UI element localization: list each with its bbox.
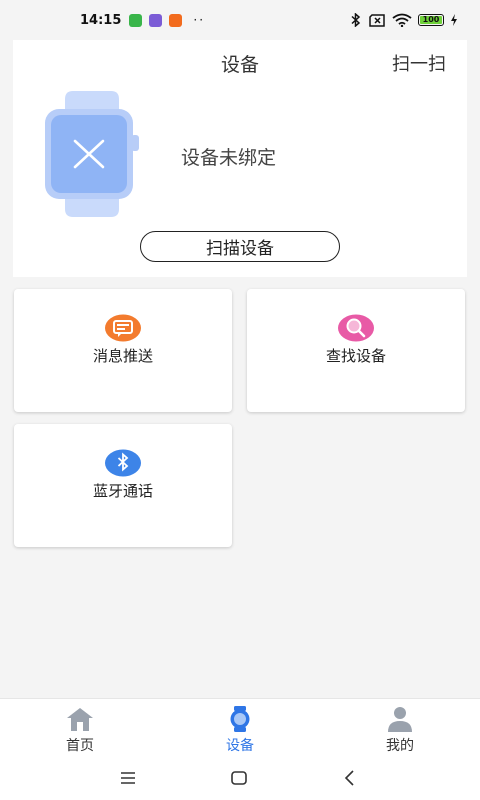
tile-label: 查找设备 (325, 347, 386, 365)
nav-item-home[interactable]: 首页 (20, 699, 140, 757)
nav-item-device[interactable]: 设备 (180, 699, 300, 757)
scan-qr-button[interactable]: 扫一扫 (392, 50, 446, 76)
battery-icon: 100 (418, 14, 444, 26)
search-icon (338, 314, 374, 342)
home-icon (67, 708, 93, 731)
home-button-icon[interactable] (229, 768, 249, 788)
nav-label: 首页 (66, 738, 94, 754)
tile-label: 消息推送 (92, 347, 153, 365)
bluetooth-status-icon (351, 13, 361, 27)
bluetooth-icon (105, 449, 141, 477)
nav-item-mine[interactable]: 我的 (340, 699, 460, 757)
wechat-notification-icon (129, 13, 143, 27)
tile-bluetooth-call[interactable]: 蓝牙通话 (14, 424, 232, 547)
status-time: 14:15 (80, 12, 122, 28)
app-notification-icon (149, 13, 163, 27)
system-nav-bar (0, 756, 480, 800)
device-card: 设备 扫一扫 设备未绑定 扫描设备 (13, 40, 467, 277)
charging-icon (451, 14, 457, 26)
watch-icon (230, 706, 250, 732)
user-icon (388, 707, 412, 732)
menu-icon[interactable] (118, 768, 138, 788)
bottom-nav: 首页 设备 我的 (0, 698, 480, 756)
tile-message-push[interactable]: 消息推送 (14, 289, 232, 412)
message-icon (105, 314, 141, 342)
watch-unbound-icon (45, 91, 139, 217)
scan-device-button[interactable]: 扫描设备 (140, 231, 340, 262)
nav-label: 设备 (226, 738, 254, 754)
tile-find-device[interactable]: 查找设备 (247, 289, 465, 412)
wifi-icon (392, 13, 412, 27)
status-bar: 14:15 ·· 100 (0, 0, 480, 40)
tile-label: 蓝牙通话 (92, 482, 153, 500)
mi-notification-icon (169, 13, 183, 27)
no-sim-icon (369, 13, 385, 27)
more-notifications-icon: ·· (193, 13, 206, 27)
nav-label: 我的 (386, 738, 414, 754)
battery-level: 100 (422, 15, 440, 24)
back-icon[interactable] (340, 768, 360, 788)
device-status-text: 设备未绑定 (181, 147, 277, 169)
